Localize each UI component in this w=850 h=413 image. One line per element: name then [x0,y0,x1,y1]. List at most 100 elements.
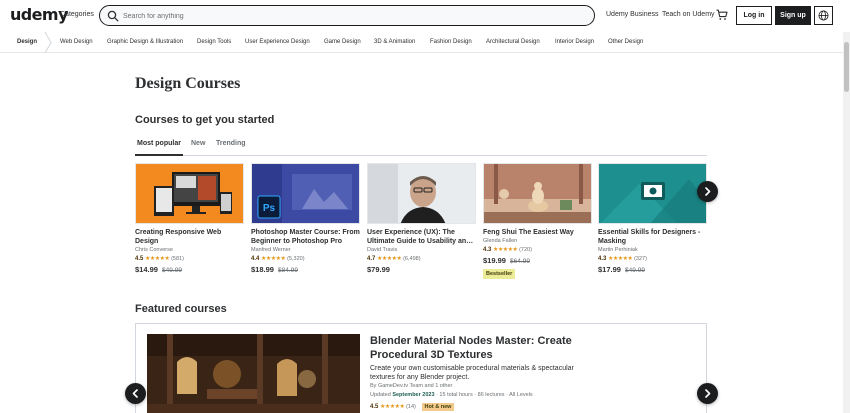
featured-section-title: Featured courses [135,303,227,315]
original-price: $49.99 [625,267,645,274]
course-title[interactable]: Essential Skills for Designers - Masking [598,228,707,246]
subnav-item-web-design[interactable]: Web Design [60,39,93,45]
tab-divider [135,155,707,156]
featured-next-button[interactable] [697,383,718,404]
course-price: $19.99 $64.99 [483,256,530,265]
rating-count: (6,498) [403,256,421,262]
course-price: $17.99 $49.99 [598,265,645,274]
course-title[interactable]: Photoshop Master Course: From Beginner t… [251,228,360,246]
rating-value: 4.3 [483,247,492,253]
featured-course-rating: 4.5 ★★★★★ (14) Hot & new [370,403,455,411]
featured-prev-button[interactable] [125,383,146,404]
current-price: $19.99 [483,256,506,265]
subnav-item-3d-animation[interactable]: 3D & Animation [374,39,415,45]
star-rating-icon: ★★★★★ [145,256,170,262]
responsive-web-thumbnail [136,164,243,223]
current-price: $17.99 [598,265,621,274]
teach-on-udemy-link[interactable]: Teach on Udemy [662,11,715,18]
course-rating: 4.3 ★★★★★ (720) [483,246,532,253]
cart-icon[interactable] [716,9,728,21]
chevron-left-icon [132,389,138,398]
course-author: Martin Perhiniak [598,247,638,253]
search-bar[interactable] [99,5,595,26]
star-rating-icon: ★★★★★ [493,247,518,253]
categories-menu[interactable]: Categories [60,11,94,18]
category-subnav: Design Web Design Graphic Design & Illus… [0,32,850,53]
tab-most-popular[interactable]: Most popular [137,140,181,147]
featured-course-description: Create your own customisable procedural … [370,365,574,381]
carousel-next-button[interactable] [697,181,718,202]
subnav-item-architectural-design[interactable]: Architectural Design [486,39,540,45]
course-price: $18.99 $84.99 [251,265,298,274]
course-rating: 4.4 ★★★★★ (5,320) [251,255,305,262]
login-button[interactable]: Log in [736,6,772,25]
language-button[interactable] [814,6,833,25]
featured-course-meta: Updated September 2023 · 15 total hours … [370,392,533,398]
active-tab-indicator [135,154,183,156]
section-title: Courses to get you started [135,114,275,126]
tab-trending[interactable]: Trending [216,140,246,147]
course-price: $79.99 [367,265,390,274]
course-thumbnail[interactable] [135,163,244,224]
course-thumbnail[interactable] [598,163,707,224]
chevron-right-icon [705,187,711,196]
subnav-item-fashion-design[interactable]: Fashion Design [430,39,472,45]
featured-course-card[interactable]: Blender Material Nodes Master: Create Pr… [135,323,707,413]
course-thumbnail[interactable]: Ps [251,163,360,224]
course-thumbnail[interactable] [367,163,476,224]
page-scrollbar[interactable] [843,32,850,413]
rating-value: 4.3 [598,256,607,262]
course-author: Glenda Fallen [483,238,518,244]
page-title: Design Courses [135,75,241,92]
rating-count: (720) [519,247,532,253]
updated-date: September 2023 [392,392,435,398]
subnav-item-design[interactable]: Design [17,39,37,45]
svg-text:Ps: Ps [263,203,276,214]
course-details: · 15 total hours · 86 lectures · All Lev… [434,392,533,398]
udemy-business-link[interactable]: Udemy Business [606,11,659,18]
signup-button[interactable]: Sign up [775,6,811,25]
bestseller-badge: Bestseller [483,269,516,279]
search-icon[interactable] [107,10,119,22]
course-title[interactable]: Feng Shui The Easiest Way [483,228,592,237]
tab-new[interactable]: New [191,140,205,147]
rating-count: (14) [406,404,416,410]
course-rating: 4.7 ★★★★★ (6,498) [367,255,421,262]
subnav-item-graphic-design[interactable]: Graphic Design & Illustration [107,39,183,45]
star-rating-icon: ★★★★★ [608,256,633,262]
photoshop-thumbnail: Ps [252,164,359,223]
original-price: $49.99 [162,267,182,274]
rating-count: (327) [634,256,647,262]
rating-value: 4.5 [135,256,144,262]
globe-icon [818,10,829,21]
subnav-item-game-design[interactable]: Game Design [324,39,361,45]
featured-course-authors: By GameDev.tv Team and 1 other [370,383,453,389]
subnav-item-interior-design[interactable]: Interior Design [555,39,594,45]
original-price: $64.99 [510,258,530,265]
current-price: $18.99 [251,265,274,274]
ux-instructor-thumbnail [368,164,475,223]
course-title[interactable]: Creating Responsive Web Design [135,228,244,246]
featured-course-thumbnail[interactable] [147,334,360,413]
original-price: $84.99 [278,267,298,274]
feng-shui-thumbnail [484,164,591,223]
chevron-divider-icon [44,32,52,53]
course-title[interactable]: User Experience (UX): The Ultimate Guide… [367,228,476,246]
course-author: David Travis [367,247,398,253]
star-rating-icon: ★★★★★ [380,404,405,410]
course-thumbnail[interactable] [483,163,592,224]
subnav-item-ux-design[interactable]: User Experience Design [245,39,310,45]
scrollbar-thumb[interactable] [844,42,849,92]
course-author: Manfred Werner [251,247,291,253]
current-price: $79.99 [367,265,390,274]
tavern-interior-thumbnail [147,334,360,413]
course-rating: 4.3 ★★★★★ (327) [598,255,647,262]
search-input[interactable] [123,9,583,23]
subnav-item-design-tools[interactable]: Design Tools [197,39,231,45]
course-price: $14.99 $49.99 [135,265,182,274]
rating-count: (581) [171,256,184,262]
featured-course-title[interactable]: Blender Material Nodes Master: Create Pr… [370,334,600,362]
star-rating-icon: ★★★★★ [261,256,286,262]
subnav-item-other-design[interactable]: Other Design [608,39,643,45]
masking-thumbnail [599,164,706,223]
